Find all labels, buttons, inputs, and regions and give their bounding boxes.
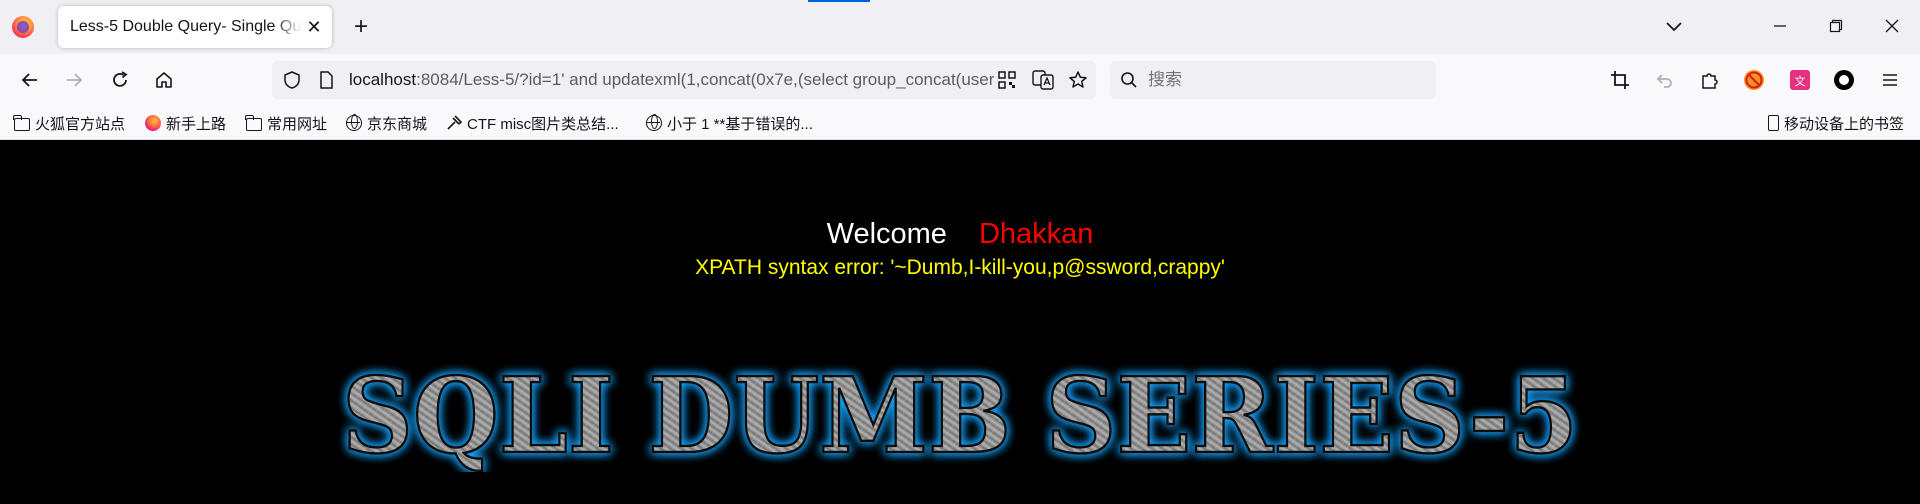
home-icon[interactable] [152, 68, 176, 92]
tab-indicator [808, 0, 870, 2]
search-icon [1120, 71, 1138, 94]
search-input[interactable] [1148, 70, 1418, 90]
tab-list-chevron-down-icon[interactable] [1662, 14, 1686, 38]
tab-active[interactable]: Less-5 Double Query- Single Quotes- Stri… [58, 6, 332, 48]
tab-title: Less-5 Double Query- Single Quotes- Stri… [70, 18, 302, 35]
bookmark-label: 新手上路 [166, 115, 227, 133]
close-tab-icon[interactable]: ✕ [304, 17, 324, 37]
bookmark-item[interactable]: 常用网址 [245, 112, 328, 134]
reload-icon[interactable] [108, 68, 132, 92]
screenshot-crop-icon[interactable] [1608, 68, 1632, 92]
bookmark-item[interactable]: 小于 1 **基于错误的... [646, 112, 813, 134]
sqli-banner-image: SQLI DUMB SERIES-5 [341, 353, 1580, 472]
menu-hamburger-icon[interactable] [1878, 68, 1902, 92]
search-bar[interactable] [1110, 61, 1436, 99]
bookmark-star-icon[interactable] [1068, 70, 1088, 95]
bookmark-item[interactable]: 火狐官方站点 [13, 112, 126, 134]
globe-icon [646, 114, 662, 131]
extensions-puzzle-icon[interactable] [1698, 68, 1722, 92]
minimize-icon[interactable] [1760, 10, 1800, 42]
back-arrow-icon[interactable] [18, 68, 42, 92]
undo-icon[interactable] [1652, 68, 1676, 92]
mobile-device-icon [1768, 115, 1779, 131]
qr-code-icon[interactable] [998, 71, 1016, 94]
bookmark-label: 小于 1 **基于错误的... [667, 115, 813, 133]
banner-text: SQLI DUMB SERIES-5 [342, 354, 1578, 472]
browser-chrome: Less-5 Double Query- Single Quotes- Stri… [0, 0, 1920, 140]
svg-text:文: 文 [1795, 74, 1806, 88]
page-content: Welcome Dhakkan XPATH syntax error: '~Dum… [0, 140, 1920, 504]
translator-extension-icon[interactable]: 文 [1788, 68, 1812, 92]
bookmark-label: 常用网址 [267, 115, 328, 133]
close-window-icon[interactable] [1872, 10, 1912, 42]
bookmark-label: 火狐官方站点 [35, 115, 126, 133]
tool-icon [446, 115, 463, 131]
tab-strip: Less-5 Double Query- Single Quotes- Stri… [0, 0, 1920, 54]
url-text[interactable]: localhost:8084/Less-5/?id=1' and updatex… [349, 70, 994, 90]
folder-icon [245, 114, 262, 131]
url-bar[interactable]: localhost:8084/Less-5/?id=1' and updatex… [272, 61, 1096, 99]
folder-icon [13, 114, 30, 131]
bookmark-item[interactable]: CTF misc图片类总结... [446, 112, 619, 134]
page-info-icon[interactable] [316, 70, 336, 95]
bookmark-label: 京东商城 [367, 115, 428, 133]
forward-arrow-icon[interactable] [62, 68, 86, 92]
welcome-text: Welcome [826, 218, 947, 250]
mobile-bookmarks-label: 移动设备上的书签 [1784, 115, 1905, 133]
restore-icon[interactable] [1816, 10, 1856, 42]
translate-icon[interactable] [1032, 70, 1054, 95]
mobile-bookmarks[interactable]: 移动设备上的书签 [1768, 112, 1904, 134]
user-name: Dhakkan [978, 218, 1094, 250]
nav-bar: localhost:8084/Less-5/?id=1' and updatex… [0, 54, 1920, 106]
bookmark-item[interactable]: 京东商城 [346, 112, 427, 134]
firefox-icon [145, 115, 161, 131]
globe-icon [346, 114, 362, 131]
bookmark-item[interactable]: 新手上路 [145, 112, 226, 134]
xpath-error-message: XPATH syntax error: '~Dumb,I-kill-you,p@… [695, 256, 1225, 279]
welcome-line: Welcome Dhakkan [0, 218, 1920, 251]
firefox-logo-icon[interactable] [12, 16, 34, 38]
new-tab-icon[interactable]: + [348, 14, 374, 40]
bookmarks-toolbar: 火狐官方站点 新手上路 常用网址 京东商城 CTF misc图片类总结... 小… [0, 106, 1920, 140]
url-path: :8084/Less-5/?id=1' and updatexml(1,conc… [416, 70, 994, 89]
shield-icon[interactable] [282, 70, 302, 95]
account-circle-icon[interactable] [1832, 68, 1856, 92]
url-host: localhost [349, 70, 417, 89]
blocker-extension-icon[interactable] [1742, 68, 1766, 92]
bookmark-label: CTF misc图片类总结... [467, 115, 619, 133]
